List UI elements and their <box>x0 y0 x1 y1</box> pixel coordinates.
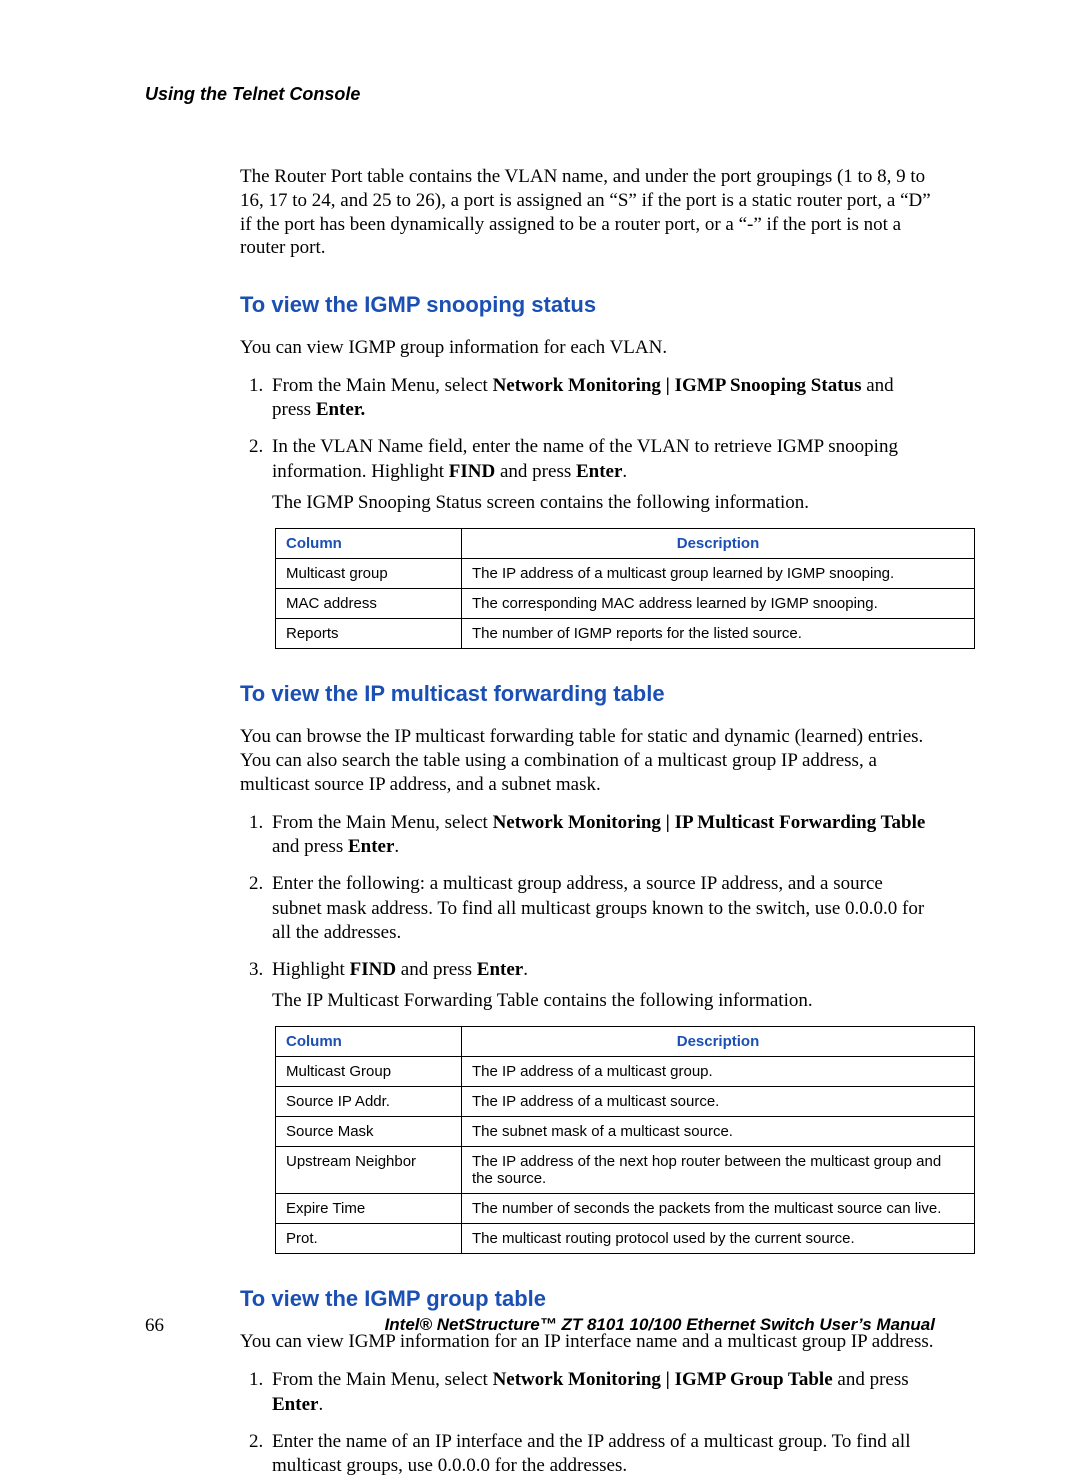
step-note: The IP Multicast Forwarding Table contai… <box>272 989 935 1013</box>
column-header: Description <box>462 1027 975 1057</box>
step-item: Enter the name of an IP interface and th… <box>268 1430 935 1479</box>
table-row: Multicast groupThe IP address of a multi… <box>276 559 975 589</box>
footer-text: Intel® NetStructure™ ZT 8101 10/100 Ethe… <box>385 1315 935 1337</box>
table-row: MAC addressThe corresponding MAC address… <box>276 589 975 619</box>
ip-multicast-table: Column Description Multicast GroupThe IP… <box>275 1026 975 1254</box>
steps-list: From the Main Menu, select Network Monit… <box>240 1368 935 1479</box>
steps-list: From the Main Menu, select Network Monit… <box>240 811 935 1013</box>
heading-ip-multicast: To view the IP multicast forwarding tabl… <box>240 681 935 707</box>
steps-list: From the Main Menu, select Network Monit… <box>240 374 935 515</box>
step-item: From the Main Menu, select Network Monit… <box>268 374 935 423</box>
heading-igmp-group: To view the IGMP group table <box>240 1286 935 1312</box>
step-item: From the Main Menu, select Network Monit… <box>268 1368 935 1417</box>
igmp-snooping-table: Column Description Multicast groupThe IP… <box>275 528 975 649</box>
table-row: Source MaskThe subnet mask of a multicas… <box>276 1117 975 1147</box>
heading-igmp-snooping: To view the IGMP snooping status <box>240 292 935 318</box>
table-header-row: Column Description <box>276 1027 975 1057</box>
table-row: Source IP Addr.The IP address of a multi… <box>276 1087 975 1117</box>
column-header: Column <box>276 529 462 559</box>
column-header: Column <box>276 1027 462 1057</box>
step-item: Highlight FIND and press Enter. The IP M… <box>268 958 935 1012</box>
page: Using the Telnet Console The Router Port… <box>0 0 1080 1397</box>
lead-paragraph: You can browse the IP multicast forwardi… <box>240 725 935 796</box>
step-item: From the Main Menu, select Network Monit… <box>268 811 935 860</box>
step-item: Enter the following: a multicast group a… <box>268 872 935 946</box>
running-header: Using the Telnet Console <box>145 84 935 105</box>
page-footer: 66 Intel® NetStructure™ ZT 8101 10/100 E… <box>145 1315 935 1337</box>
intro-paragraph: The Router Port table contains the VLAN … <box>240 165 935 260</box>
table-row: Expire TimeThe number of seconds the pac… <box>276 1194 975 1224</box>
table-row: Multicast GroupThe IP address of a multi… <box>276 1057 975 1087</box>
column-header: Description <box>462 529 975 559</box>
table-row: Upstream NeighborThe IP address of the n… <box>276 1147 975 1194</box>
table-header-row: Column Description <box>276 529 975 559</box>
step-item: In the VLAN Name field, enter the name o… <box>268 435 935 514</box>
lead-paragraph: You can view IGMP group information for … <box>240 336 935 360</box>
table-row: Prot.The multicast routing protocol used… <box>276 1224 975 1254</box>
table-row: ReportsThe number of IGMP reports for th… <box>276 619 975 649</box>
step-note: The IGMP Snooping Status screen contains… <box>272 491 935 515</box>
page-number: 66 <box>145 1315 164 1337</box>
